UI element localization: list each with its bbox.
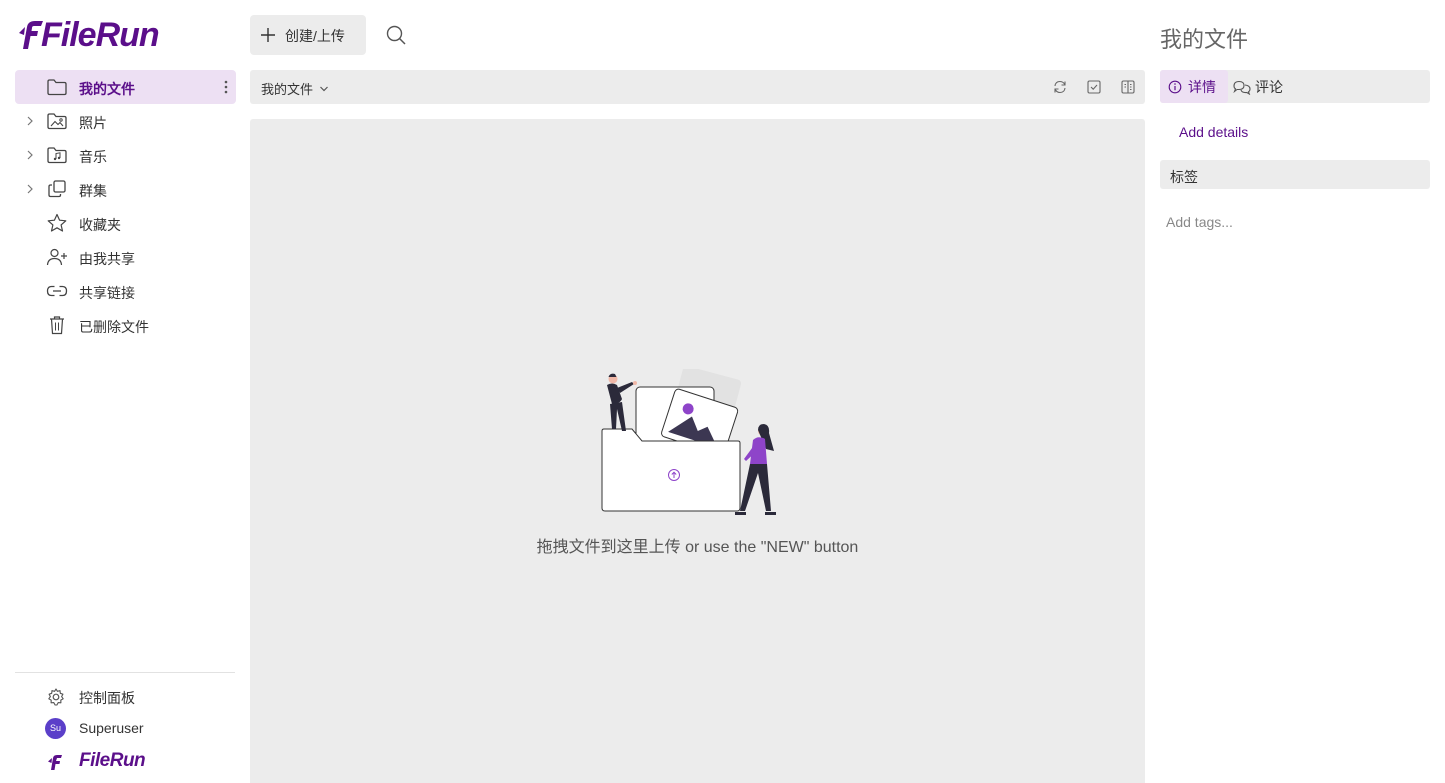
sidebar-item-label: 音乐 [79,149,107,165]
tab-comments-label: 评论 [1255,78,1283,95]
gear-icon [48,688,64,706]
trash-icon [50,316,64,335]
music-folder-icon [47,147,67,164]
collections-icon [48,180,66,198]
drop-zone-hint: 拖拽文件到这里上传 or use the "NEW" button [536,539,859,556]
select-checkbox-icon[interactable] [1086,79,1102,95]
upload-illustration [601,369,776,515]
details-panel-title: 我的文件 [1160,27,1249,52]
create-upload-label: 创建/上传 [285,28,345,44]
breadcrumb[interactable]: 我的文件 [261,79,329,98]
breadcrumb-bar: 我的文件 [250,70,1145,104]
chevron-right-icon[interactable] [23,114,37,128]
user-menu[interactable]: Su Superuser [15,713,236,743]
tags-section-header: 标签 [1160,160,1430,189]
sidebar-item-trash[interactable]: 已删除文件 [15,308,236,342]
tab-comments[interactable]: 评论 [1232,70,1302,103]
sidebar-item-label: 照片 [79,115,107,131]
sidebar-item-label: 共享链接 [79,285,135,301]
sidebar-item-label: 我的文件 [79,81,135,97]
drop-zone[interactable]: 拖拽文件到这里上传 or use the "NEW" button [250,119,1145,783]
sidebar-item-favorites[interactable]: 收藏夹 [15,206,236,240]
sidebar-item-collections[interactable]: 群集 [15,172,236,206]
breadcrumb-current: 我的文件 [261,82,314,97]
footer-logo-wordmark: FileRun [79,750,146,771]
comments-icon [1233,80,1251,95]
tags-header-label: 标签 [1170,169,1198,185]
chevron-down-icon [320,86,328,91]
sidebar-item-photos[interactable]: 照片 [15,104,236,138]
star-icon [47,213,67,232]
avatar: Su [45,718,66,739]
control-panel-label: 控制面板 [79,690,135,706]
sidebar-item-label: 已删除文件 [79,319,149,335]
refresh-icon[interactable] [1052,79,1068,95]
view-layout-icon[interactable] [1120,79,1136,95]
link-icon [46,285,68,297]
app-window: FileRun 我的文件 照片 音乐 群集 收藏夹 由我共享 共享链接 已删除文… [0,0,1445,783]
control-panel-link[interactable]: 控制面板 [15,681,236,711]
folder-icon [47,79,67,96]
share-user-icon [46,248,67,266]
info-icon [1168,80,1182,93]
photos-folder-icon [47,113,67,130]
add-details-link[interactable]: Add details [1179,124,1248,140]
tags-input[interactable] [1160,208,1430,236]
plus-icon [261,28,275,42]
app-logo[interactable]: FileRun [15,14,160,56]
sidebar-item-label: 由我共享 [79,251,135,267]
footer-logo: FileRun [15,748,235,776]
sidebar: FileRun 我的文件 照片 音乐 群集 收藏夹 由我共享 共享链接 已删除文… [0,0,250,783]
sidebar-item-label: 群集 [79,183,107,199]
search-icon[interactable] [385,24,407,46]
sidebar-item-my-files[interactable]: 我的文件 [15,70,236,104]
sidebar-divider [15,672,235,673]
sidebar-nav: 我的文件 照片 音乐 群集 收藏夹 由我共享 共享链接 已删除文件 [15,70,236,342]
tab-details[interactable]: 详情 [1160,70,1228,103]
logo-mark-icon [48,755,62,770]
more-options-icon[interactable] [220,79,232,95]
sidebar-item-music[interactable]: 音乐 [15,138,236,172]
create-upload-button[interactable]: 创建/上传 [250,15,366,55]
tab-details-label: 详情 [1188,78,1216,95]
chevron-right-icon[interactable] [23,182,37,196]
chevron-right-icon[interactable] [23,148,37,162]
sidebar-item-label: 收藏夹 [79,217,121,233]
username-label: Superuser [79,720,144,736]
sidebar-item-share-links[interactable]: 共享链接 [15,274,236,308]
sidebar-item-shared-by-me[interactable]: 由我共享 [15,240,236,274]
logo-wordmark: FileRun [41,15,160,54]
details-panel-tabs: 详情 评论 [1160,70,1430,103]
